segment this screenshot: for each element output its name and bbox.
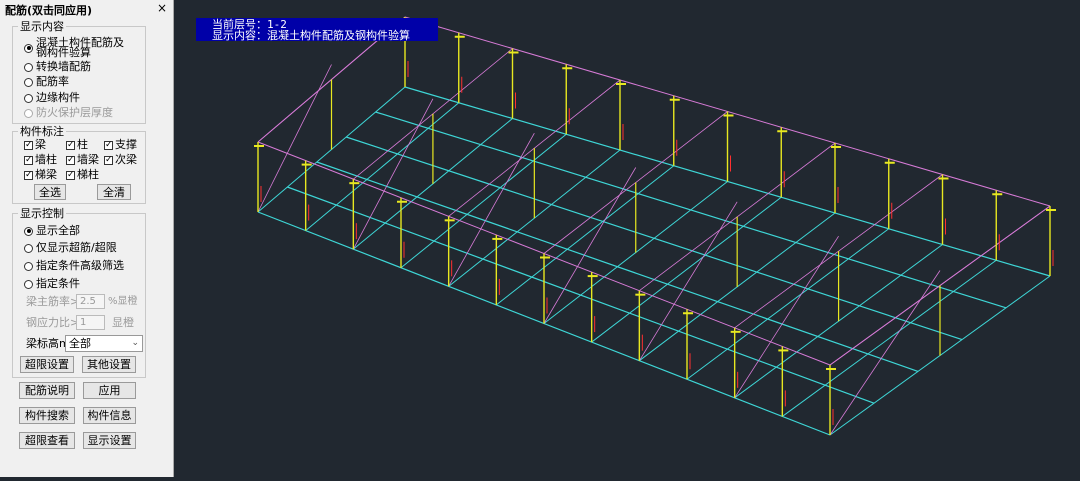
beam-ratio-unit: %显橙: [108, 296, 138, 307]
radio-label: 显示全部: [36, 224, 80, 237]
check-brace[interactable]: 支撑: [104, 139, 137, 151]
checkbox-icon: [104, 155, 113, 165]
radio-specified-condition[interactable]: 指定条件: [24, 278, 80, 290]
check-label: 梯柱: [77, 168, 99, 181]
radio-label: 仅显示超筋/超限: [36, 241, 117, 254]
roof-brace: [448, 132, 535, 287]
radio-label: 指定条件: [36, 277, 80, 290]
floor-beam: [375, 111, 1007, 309]
check-wall-beam[interactable]: 墙梁: [66, 154, 99, 166]
beam-ratio-label: 梁主筋率>: [26, 295, 80, 308]
floor-beam: [686, 228, 890, 380]
structure-model: [254, 16, 1056, 436]
radio-icon: [24, 43, 33, 53]
steel-ratio-label: 钢应力比>: [26, 316, 80, 329]
chevron-down-icon: ⌄: [131, 338, 139, 348]
radio-label: 混凝土构件配筋及钢构件验算: [36, 36, 124, 59]
member-annotation-label: 构件标注: [18, 125, 66, 138]
radio-edge-member[interactable]: 边缘构件: [24, 92, 80, 104]
radio-advanced-filter[interactable]: 指定条件高级筛选: [24, 260, 124, 272]
check-stair-column[interactable]: 梯柱: [66, 169, 99, 181]
check-wall-column[interactable]: 墙柱: [24, 154, 57, 166]
panel-titlebar: 配筋(双击同应用) ×: [0, 0, 173, 18]
select-all-button[interactable]: 全选: [34, 184, 66, 200]
checkbox-icon: [66, 155, 75, 165]
radio-icon: [24, 279, 33, 289]
floor-beam: [496, 165, 675, 306]
radio-reinforcement-ratio[interactable]: 配筋率: [24, 76, 69, 88]
floor-beam: [287, 186, 875, 404]
display-content-text: 显示内容：混凝土构件配筋及钢构件验算: [212, 29, 410, 42]
checkbox-icon: [104, 140, 113, 150]
check-column[interactable]: 柱: [66, 139, 88, 151]
radio-label: 指定条件高级筛选: [36, 259, 124, 272]
steel-ratio-input[interactable]: 1: [76, 315, 105, 330]
check-label: 柱: [77, 138, 88, 151]
roof-brace: [638, 201, 738, 361]
beam-elev-label: 梁标高m: [26, 337, 70, 350]
check-secondary-beam[interactable]: 次梁: [104, 154, 137, 166]
radio-concrete-steel[interactable]: 混凝土构件配筋及钢构件验算: [24, 36, 126, 59]
checkbox-icon: [24, 155, 33, 165]
radio-transfer-wall[interactable]: 转换墙配筋: [24, 61, 91, 73]
radio-over-limit-only[interactable]: 仅显示超筋/超限: [24, 242, 117, 254]
display-content-label: 显示内容: [18, 20, 66, 33]
radio-icon: [24, 243, 33, 253]
check-label: 次梁: [115, 153, 137, 166]
check-label: 梯梁: [35, 168, 57, 181]
check-label: 支撑: [115, 138, 137, 151]
other-settings-button[interactable]: 其他设置: [82, 356, 136, 373]
checkbox-icon: [66, 170, 75, 180]
radio-label: 防火保护层厚度: [36, 106, 113, 119]
display-control-label: 显示控制: [18, 207, 66, 220]
radio-label: 边缘构件: [36, 91, 80, 104]
beam-elev-value: 全部: [69, 337, 91, 350]
radio-label: 配筋率: [36, 75, 69, 88]
member-info-button[interactable]: 构件信息: [83, 407, 136, 424]
model-viewport[interactable]: 当前层号：1-2 显示内容：混凝土构件配筋及钢构件验算: [175, 0, 1080, 477]
explain-button[interactable]: 配筋说明: [19, 382, 75, 399]
reinforcement-panel: 配筋(双击同应用) × 显示内容 混凝土构件配筋及钢构件验算 转换墙配筋 配筋率…: [0, 0, 174, 477]
roof-brace: [734, 235, 839, 399]
radio-icon: [24, 77, 33, 87]
clear-all-button[interactable]: 全清: [97, 184, 131, 200]
check-beam[interactable]: 梁: [24, 139, 46, 151]
radio-fire-protection[interactable]: 防火保护层厚度: [24, 107, 113, 119]
checkbox-icon: [66, 140, 75, 150]
floor-beam: [316, 161, 919, 372]
radio-icon: [24, 108, 33, 118]
radio-label: 转换墙配筋: [36, 60, 91, 73]
display-settings-button[interactable]: 显示设置: [83, 432, 136, 449]
steel-ratio-unit: 显橙: [112, 316, 134, 329]
close-icon[interactable]: ×: [157, 1, 167, 15]
radio-show-all[interactable]: 显示全部: [24, 225, 80, 237]
checkbox-icon: [24, 140, 33, 150]
check-label: 墙梁: [77, 153, 99, 166]
viewport-info-box: 当前层号：1-2 显示内容：混凝土构件配筋及钢构件验算: [196, 18, 438, 41]
check-stair-beam[interactable]: 梯梁: [24, 169, 57, 181]
checkbox-icon: [24, 170, 33, 180]
radio-icon: [24, 93, 33, 103]
radio-icon: [24, 226, 33, 236]
check-label: 墙柱: [35, 153, 57, 166]
floor-beam: [346, 136, 963, 341]
beam-ratio-input[interactable]: 2.5: [76, 294, 105, 309]
member-search-button[interactable]: 构件搜索: [19, 407, 75, 424]
panel-title: 配筋(双击同应用): [5, 4, 93, 17]
apply-button[interactable]: 应用: [83, 382, 136, 399]
check-label: 梁: [35, 138, 46, 151]
limit-settings-button[interactable]: 超限设置: [20, 356, 74, 373]
overlimit-view-button[interactable]: 超限查看: [19, 432, 75, 449]
radio-icon: [24, 261, 33, 271]
beam-elev-select[interactable]: 全部 ⌄: [65, 335, 143, 352]
radio-icon: [24, 62, 33, 72]
